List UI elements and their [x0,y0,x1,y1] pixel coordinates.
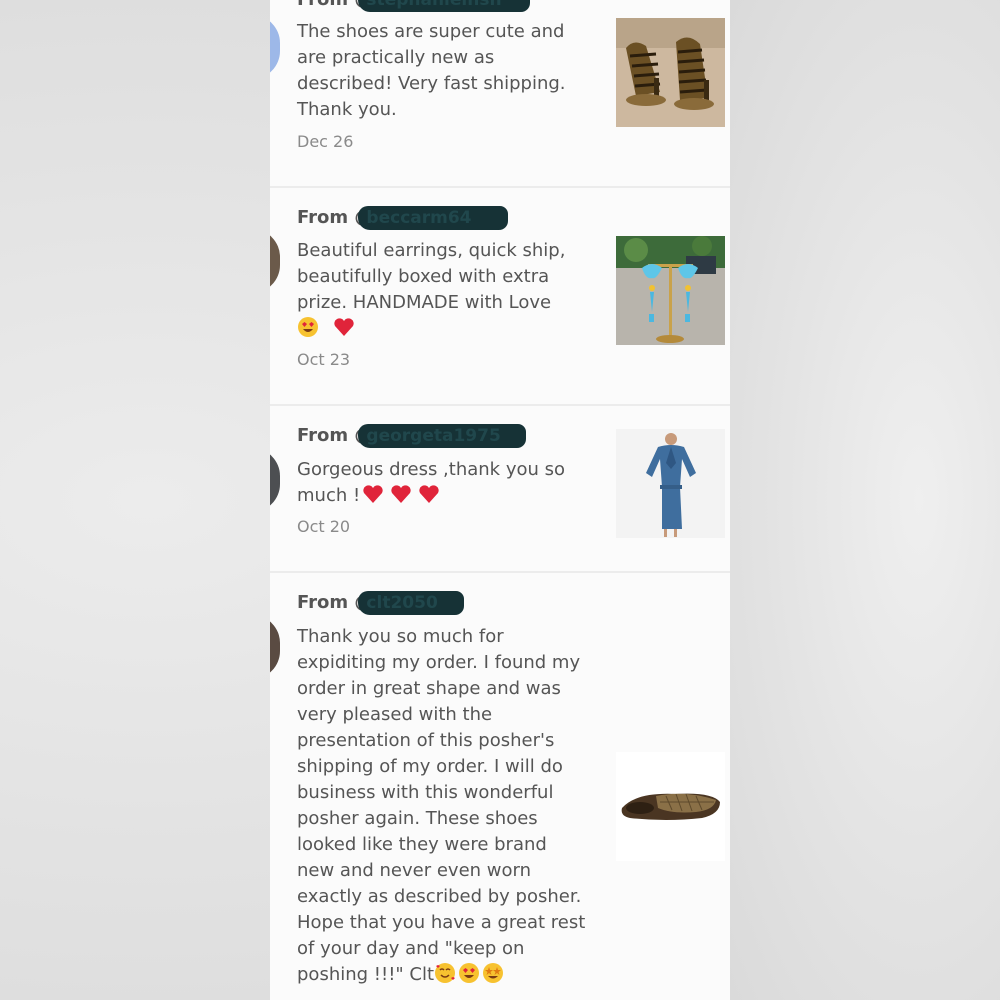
review-text-body: Beautiful earrings, quick ship, beautifu… [297,240,566,313]
review-date: Dec 26 [297,132,354,151]
review-from: From @clt2050 [297,591,465,615]
redacted-username[interactable]: beccarm64 [358,206,509,230]
redacted-username[interactable]: stephanieinsh [358,0,531,12]
red-heart-emoji [333,316,355,338]
review-from: From @stephanieinsh [297,0,531,12]
redacted-username[interactable]: clt2050 [358,591,465,615]
review-text: The shoes are super cute and are practic… [297,21,566,120]
ballet-flat-photo[interactable] [616,752,725,861]
review-text: Thank you so much for expiditing my orde… [297,624,589,988]
review-date: Oct 23 [297,350,351,369]
avatar[interactable] [270,615,280,679]
avatar[interactable] [270,448,280,512]
heart-eyes-emoji [297,316,319,338]
review-item: From @stephanieinsh The shoes are super … [270,0,730,186]
red-heart-emoji [390,483,412,505]
review-text: Gorgeous dress ,thank you so much ! [297,457,587,509]
review-item: From @georgeta1975 Gorgeous dress ,thank… [270,406,730,571]
star-struck-emoji [482,962,504,984]
review-item: From @beccarm64 Beautiful earrings, quic… [270,188,730,404]
earrings-photo[interactable] [616,236,725,345]
review-from: From @beccarm64 [297,206,509,230]
heart-eyes-emoji [458,962,480,984]
caged-heels-photo[interactable] [616,18,725,127]
review-date: Oct 20 [297,517,351,536]
background-right [730,0,1000,1000]
red-heart-emoji [418,483,440,505]
review-feed: From @stephanieinsh The shoes are super … [270,0,730,1000]
review-text: Beautiful earrings, quick ship, beautifu… [297,238,587,342]
avatar[interactable] [270,229,280,293]
review-text-body: Thank you so much for expiditing my orde… [297,626,586,985]
smiling-hearts-emoji [434,962,456,984]
blue-dress-photo[interactable] [616,429,725,538]
redacted-username[interactable]: georgeta1975 [358,424,527,448]
red-heart-emoji [362,483,384,505]
avatar[interactable] [270,15,280,79]
review-from: From @georgeta1975 [297,424,527,448]
review-item: From @clt2050 Thank you so much for expi… [270,573,730,1000]
